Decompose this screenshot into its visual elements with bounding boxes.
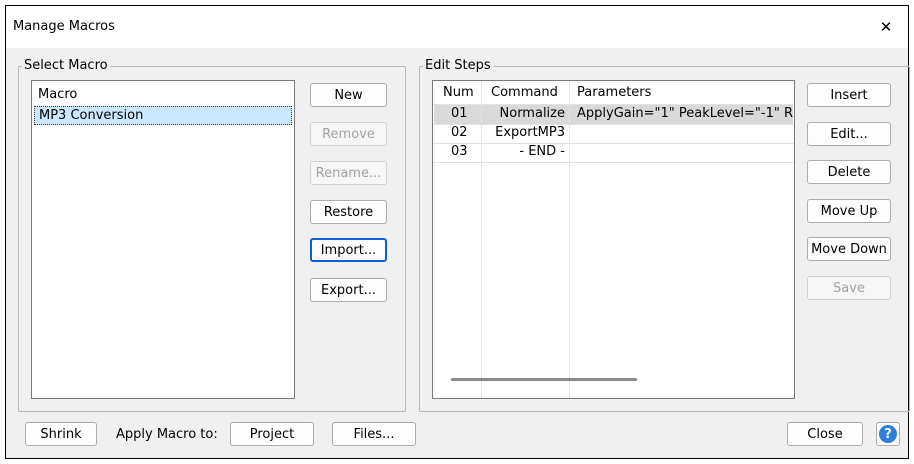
close-window-button[interactable]: ✕ (864, 6, 908, 48)
export-macro-button[interactable]: Export... (310, 278, 387, 302)
close-icon: ✕ (879, 18, 893, 36)
step-num[interactable]: 03 (451, 143, 468, 161)
row-divider (433, 162, 794, 163)
rename-macro-button[interactable]: Rename... (310, 161, 387, 185)
column-header-num[interactable]: Num (443, 84, 474, 102)
column-divider (481, 81, 482, 398)
steps-table: Num Command Parameters 01 Normalize Appl… (433, 81, 794, 398)
step-command[interactable]: - END - (485, 143, 565, 161)
import-macro-button[interactable]: Import... (310, 238, 387, 262)
move-down-button[interactable]: Move Down (807, 237, 891, 261)
step-num[interactable]: 02 (451, 124, 468, 142)
apply-files-button[interactable]: Files... (332, 422, 416, 446)
step-command[interactable]: ExportMP3 (485, 124, 565, 142)
step-num[interactable]: 01 (451, 105, 468, 123)
apply-project-button[interactable]: Project (230, 422, 314, 446)
title-bar: Manage Macros ✕ (6, 6, 908, 48)
macro-list[interactable]: Macro MP3 Conversion (31, 80, 295, 399)
restore-macro-button[interactable]: Restore (310, 200, 387, 224)
macro-list-item[interactable]: MP3 Conversion (34, 106, 292, 125)
select-macro-group: Select Macro Macro MP3 Conversion New Re… (18, 58, 406, 412)
column-header-parameters[interactable]: Parameters (577, 84, 651, 102)
edit-steps-label: Edit Steps (423, 58, 493, 74)
horizontal-scrollbar[interactable] (451, 378, 637, 381)
help-icon: ? (879, 425, 897, 443)
select-macro-label: Select Macro (22, 58, 110, 74)
macro-column-header: Macro (38, 87, 78, 102)
apply-macro-label: Apply Macro to: (116, 427, 218, 442)
edit-steps-group: Edit Steps Num Command Parameters 01 Nor… (419, 58, 910, 412)
new-macro-button[interactable]: New (310, 83, 387, 107)
dialog-title: Manage Macros (13, 19, 115, 34)
help-button[interactable]: ? (876, 422, 900, 446)
insert-step-button[interactable]: Insert (807, 83, 891, 107)
step-parameters[interactable]: ApplyGain="1" PeakLevel="-1" Rem (577, 105, 793, 123)
manage-macros-dialog: Manage Macros ✕ Select Macro Macro MP3 C… (5, 5, 910, 459)
column-header-command[interactable]: Command (491, 84, 558, 102)
remove-macro-button[interactable]: Remove (310, 122, 387, 146)
column-divider (569, 81, 570, 398)
close-button[interactable]: Close (787, 422, 863, 446)
step-command[interactable]: Normalize (485, 105, 565, 123)
shrink-button[interactable]: Shrink (25, 422, 97, 446)
edit-step-button[interactable]: Edit... (807, 122, 891, 146)
save-step-button[interactable]: Save (807, 276, 891, 300)
steps-list[interactable]: Num Command Parameters 01 Normalize Appl… (432, 80, 795, 399)
delete-step-button[interactable]: Delete (807, 160, 891, 184)
move-up-button[interactable]: Move Up (807, 199, 891, 223)
